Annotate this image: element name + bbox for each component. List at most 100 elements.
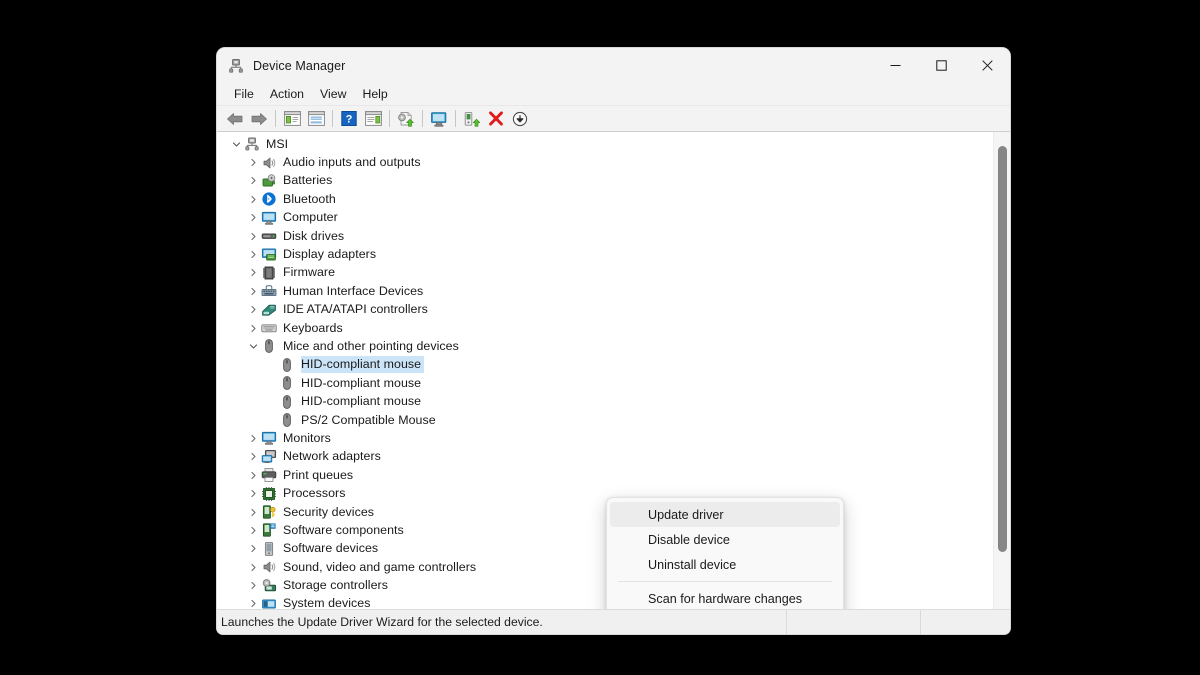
menu-view[interactable]: View: [312, 85, 354, 103]
chevron-right-icon[interactable]: [245, 577, 261, 595]
context-menu-item-scan-for-hardware-changes[interactable]: Scan for hardware changes: [610, 586, 840, 609]
chevron-down-icon[interactable]: [245, 337, 261, 355]
tree-row-disk-drives[interactable]: Disk drives: [217, 227, 993, 245]
properties-icon[interactable]: [304, 108, 328, 130]
context-menu-item-disable-device[interactable]: Disable device: [610, 527, 840, 552]
tree-row-batteries[interactable]: Batteries: [217, 172, 993, 190]
tree-row-software-components[interactable]: Software components: [217, 521, 993, 539]
vertical-scrollbar[interactable]: [993, 132, 1010, 609]
enable-device-icon[interactable]: [460, 108, 484, 130]
processor-icon: [261, 486, 277, 502]
security-device-icon: [261, 504, 277, 520]
context-menu[interactable]: Update driver Disable device Uninstall d…: [606, 497, 844, 609]
chevron-right-icon[interactable]: [245, 154, 261, 172]
tree-row-system-devices[interactable]: System devices: [217, 595, 993, 609]
tree-row-display-adapters[interactable]: Display adapters: [217, 245, 993, 263]
chevron-right-icon[interactable]: [245, 282, 261, 300]
tree-label: Keyboards: [283, 320, 343, 335]
chevron-right-icon[interactable]: [245, 227, 261, 245]
tree-row-bluetooth[interactable]: Bluetooth: [217, 190, 993, 208]
chevron-right-icon[interactable]: [245, 429, 261, 447]
context-menu-item-uninstall-device[interactable]: Uninstall device: [610, 552, 840, 577]
tree-label: Bluetooth: [283, 191, 336, 206]
forward-icon[interactable]: [247, 108, 271, 130]
chevron-right-icon[interactable]: [245, 209, 261, 227]
tree-label: Firmware: [283, 265, 336, 280]
tree-label: MSI: [266, 136, 289, 151]
tree-label: Processors: [283, 486, 346, 501]
help-icon[interactable]: ?: [337, 108, 361, 130]
storage-controller-icon: [261, 578, 277, 594]
chevron-right-icon[interactable]: [245, 540, 261, 558]
tree-label: Audio inputs and outputs: [283, 155, 421, 170]
tree-label: HID-compliant mouse: [301, 375, 422, 390]
maximize-button[interactable]: [918, 48, 964, 83]
tree-row-software-devices[interactable]: Software devices: [217, 540, 993, 558]
chevron-right-icon[interactable]: [245, 264, 261, 282]
ide-controller-icon: [261, 302, 277, 318]
update-driver-icon[interactable]: [394, 108, 418, 130]
status-pane-2: [787, 610, 921, 634]
tree-row-mice-and-other-pointing-devices[interactable]: Mice and other pointing devices: [217, 337, 993, 355]
device-tree[interactable]: MSI Audio inputs and outputs Batteries B…: [217, 132, 993, 609]
uninstall-device-icon[interactable]: [484, 108, 508, 130]
tree-label: Sound, video and game controllers: [283, 559, 477, 574]
show-hide-console-tree-icon[interactable]: [280, 108, 304, 130]
chevron-right-icon[interactable]: [245, 503, 261, 521]
menu-help[interactable]: Help: [354, 85, 395, 103]
chevron-right-icon[interactable]: [245, 319, 261, 337]
tree-row-ps2-compatible-mouse[interactable]: PS/2 Compatible Mouse: [217, 411, 993, 429]
toolbar-separator: [455, 110, 456, 127]
toolbar-separator: [389, 110, 390, 127]
tree-row-print-queues[interactable]: Print queues: [217, 466, 993, 484]
context-menu-item-update-driver[interactable]: Update driver: [610, 502, 840, 527]
device-tree-pane: MSI Audio inputs and outputs Batteries B…: [217, 132, 1010, 609]
chevron-right-icon[interactable]: [245, 558, 261, 576]
tree-row-audio-inputs-and-outputs[interactable]: Audio inputs and outputs: [217, 153, 993, 171]
chevron-right-icon[interactable]: [245, 448, 261, 466]
tree-row-storage-controllers[interactable]: Storage controllers: [217, 576, 993, 594]
menu-action[interactable]: Action: [262, 85, 312, 103]
tree-label: Display adapters: [283, 247, 377, 262]
mouse-icon: [279, 394, 295, 410]
tree-row-security-devices[interactable]: Security devices: [217, 503, 993, 521]
minimize-button[interactable]: [872, 48, 918, 83]
tree-row-keyboards[interactable]: Keyboards: [217, 319, 993, 337]
chevron-right-icon[interactable]: [245, 466, 261, 484]
tree-row-ide-ata-atapi-controllers[interactable]: IDE ATA/ATAPI controllers: [217, 301, 993, 319]
tree-row-msi[interactable]: MSI: [217, 135, 993, 153]
tree-row-network-adapters[interactable]: Network adapters: [217, 448, 993, 466]
chevron-down-icon[interactable]: [228, 135, 244, 153]
tree-row-hid-compliant-mouse[interactable]: HID-compliant mouse: [217, 392, 993, 410]
scrollbar-thumb[interactable]: [998, 146, 1007, 552]
tree-row-sound-video-and-game-controllers[interactable]: Sound, video and game controllers: [217, 558, 993, 576]
scan-for-hardware-changes-icon[interactable]: [427, 108, 451, 130]
show-hide-action-pane-icon[interactable]: [361, 108, 385, 130]
chevron-right-icon[interactable]: [245, 301, 261, 319]
tree-label: Computer: [283, 210, 338, 225]
hid-icon: [261, 283, 277, 299]
chevron-right-icon[interactable]: [245, 190, 261, 208]
menu-file[interactable]: File: [226, 85, 262, 103]
tree-label: Human Interface Devices: [283, 283, 424, 298]
network-adapter-icon: [261, 449, 277, 465]
chevron-right-icon[interactable]: [245, 172, 261, 190]
mouse-icon: [279, 375, 295, 391]
tree-row-firmware[interactable]: Firmware: [217, 264, 993, 282]
tree-row-computer[interactable]: Computer: [217, 209, 993, 227]
chevron-right-icon[interactable]: [245, 595, 261, 609]
add-legacy-hardware-icon[interactable]: [508, 108, 532, 130]
tree-row-hid-compliant-mouse-selected[interactable]: HID-compliant mouse: [217, 356, 993, 374]
close-button[interactable]: [964, 48, 1010, 83]
chevron-right-icon[interactable]: [245, 521, 261, 539]
tree-row-hid-compliant-mouse[interactable]: HID-compliant mouse: [217, 374, 993, 392]
tree-label: Batteries: [283, 173, 333, 188]
back-icon[interactable]: [223, 108, 247, 130]
chevron-right-icon[interactable]: [245, 246, 261, 264]
tree-row-monitors[interactable]: Monitors: [217, 429, 993, 447]
chevron-right-icon[interactable]: [245, 485, 261, 503]
tree-label: Disk drives: [283, 228, 345, 243]
context-menu-separator: [618, 581, 832, 582]
tree-row-human-interface-devices[interactable]: Human Interface Devices: [217, 282, 993, 300]
tree-row-processors[interactable]: Processors: [217, 484, 993, 502]
